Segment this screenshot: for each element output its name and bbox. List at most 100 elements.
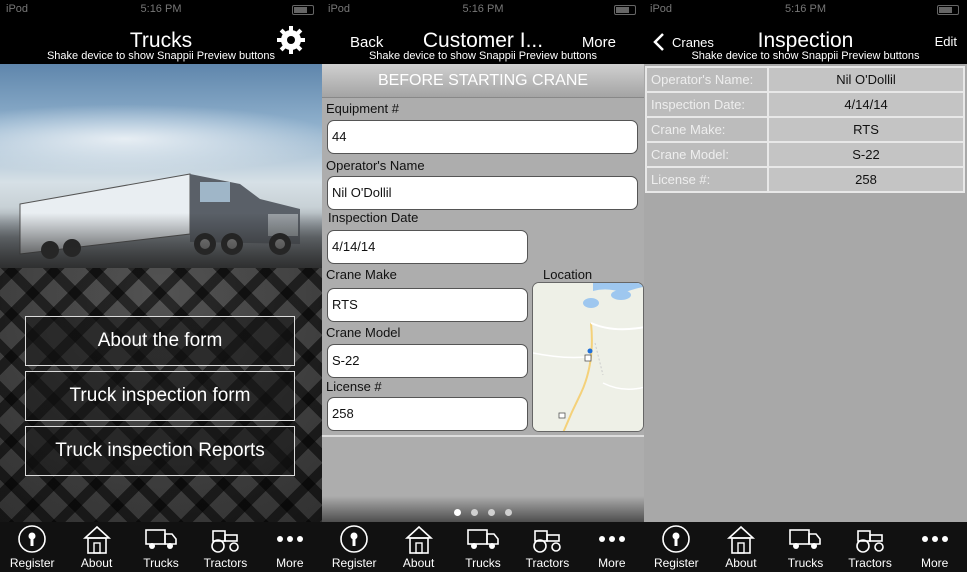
location-label: Location	[543, 267, 593, 282]
truck-hero-image	[0, 64, 322, 268]
house-icon	[725, 523, 757, 555]
operator-name-label: Operator's Name	[326, 158, 425, 173]
row-value: Nil O'Dollil	[767, 66, 965, 93]
tractor-icon	[531, 523, 563, 555]
tab-label: Trucks	[465, 556, 501, 570]
clock: 5:16 PM	[140, 3, 182, 15]
page-dot	[471, 509, 478, 516]
tab-about[interactable]: About	[64, 522, 128, 572]
status-bar: iPod 5:16 PM	[644, 0, 967, 20]
about-the-form-button[interactable]: About the form	[25, 316, 295, 366]
nav-bar: Trucks Shake device to show Snappii Prev…	[0, 20, 322, 64]
divider	[322, 435, 644, 437]
tab-tractors[interactable]: Tractors	[515, 522, 579, 572]
table-row: Inspection Date: 4/14/14	[645, 91, 965, 118]
customer-form-screen: iPod 5:16 PM Back Customer I... More Sha…	[322, 0, 644, 572]
battery-icon	[937, 5, 959, 15]
edit-button[interactable]: Edit	[935, 34, 957, 49]
house-icon	[81, 523, 113, 555]
tab-tractors[interactable]: Tractors	[838, 522, 903, 572]
tab-label: Tractors	[525, 556, 570, 570]
page-dot-active	[454, 509, 461, 516]
tab-tractors[interactable]: Tractors	[193, 522, 257, 572]
shake-hint: Shake device to show Snappii Preview but…	[46, 50, 276, 62]
house-icon	[403, 523, 435, 555]
table-row: Crane Model: S-22	[645, 141, 965, 168]
shake-hint: Shake device to show Snappii Preview but…	[368, 50, 598, 62]
battery-icon	[292, 5, 314, 15]
truck-icon	[467, 523, 499, 555]
row-key: License #:	[645, 166, 769, 193]
tab-label: Tractors	[203, 556, 248, 570]
page-dot	[505, 509, 512, 516]
more-dots-icon	[920, 523, 950, 555]
tab-label: Register	[9, 556, 55, 570]
tab-trucks[interactable]: Trucks	[129, 522, 193, 572]
keyhole-icon	[339, 523, 369, 555]
trucks-screen: iPod 5:16 PM Trucks Shake device to show…	[0, 0, 322, 572]
tab-bar: Register About Trucks Tractors More	[0, 522, 322, 572]
page-dot	[488, 509, 495, 516]
table-row: License #: 258	[645, 166, 965, 193]
tab-trucks[interactable]: Trucks	[773, 522, 838, 572]
section-header: BEFORE STARTING CRANE	[322, 64, 644, 98]
equipment-field[interactable]: 44	[327, 120, 638, 154]
row-key: Crane Make:	[645, 116, 769, 143]
tab-label: More	[921, 556, 949, 570]
form-body: BEFORE STARTING CRANE Equipment # 44 Ope…	[322, 64, 644, 522]
tab-more[interactable]: More	[258, 522, 322, 572]
tab-label: Trucks	[143, 556, 179, 570]
gear-icon[interactable]	[276, 25, 306, 60]
more-dots-icon	[275, 523, 305, 555]
truck-inspection-form-button[interactable]: Truck inspection form	[25, 371, 295, 421]
row-value: 4/14/14	[767, 91, 965, 118]
truck-inspection-reports-button[interactable]: Truck inspection Reports	[25, 426, 295, 476]
tab-label: More	[598, 556, 626, 570]
tab-label: About	[402, 556, 435, 570]
tab-label: Tractors	[848, 556, 892, 570]
keyhole-icon	[661, 523, 691, 555]
inspection-date-field[interactable]: 4/14/14	[327, 230, 528, 264]
tab-bar: Register About Trucks Tractors More	[644, 522, 967, 572]
row-value: S-22	[767, 141, 965, 168]
battery-icon	[614, 5, 636, 15]
tab-label: Trucks	[787, 556, 824, 570]
license-field[interactable]: 258	[327, 397, 528, 431]
tab-label: Register	[653, 556, 699, 570]
tab-register[interactable]: Register	[0, 522, 64, 572]
tab-register[interactable]: Register	[322, 522, 386, 572]
inspection-date-label: Inspection Date	[328, 210, 419, 225]
tab-register[interactable]: Register	[644, 522, 709, 572]
tab-label: More	[276, 556, 304, 570]
clock: 5:16 PM	[785, 3, 826, 15]
shake-hint: Shake device to show Snappii Preview but…	[691, 50, 920, 62]
tab-trucks[interactable]: Trucks	[451, 522, 515, 572]
truck-icon	[789, 523, 822, 555]
crane-model-field[interactable]: S-22	[327, 344, 528, 378]
more-button[interactable]: More	[582, 34, 616, 51]
tab-label: About	[80, 556, 113, 570]
tractor-icon	[854, 523, 886, 555]
tab-label: About	[725, 556, 757, 570]
operator-name-field[interactable]: Nil O'Dollil	[327, 176, 638, 210]
table-row: Operator's Name: Nil O'Dollil	[645, 66, 965, 93]
status-bar: iPod 5:16 PM	[0, 0, 322, 20]
page-indicator[interactable]	[322, 509, 644, 516]
crane-make-label: Crane Make	[326, 267, 397, 282]
status-bar: iPod 5:16 PM	[322, 0, 644, 20]
nav-bar: Cranes Inspection Edit Shake device to s…	[644, 20, 967, 64]
tab-more[interactable]: More	[580, 522, 644, 572]
inspection-detail-screen: iPod 5:16 PM Cranes Inspection Edit Shak…	[644, 0, 967, 572]
equipment-label: Equipment #	[326, 101, 399, 116]
row-value: RTS	[767, 116, 965, 143]
tab-more[interactable]: More	[902, 522, 967, 572]
tab-about[interactable]: About	[709, 522, 774, 572]
tab-about[interactable]: About	[386, 522, 450, 572]
more-dots-icon	[597, 523, 627, 555]
location-map[interactable]	[532, 282, 644, 432]
inspection-table: Operator's Name: Nil O'Dollil Inspection…	[645, 66, 965, 193]
detail-body: Operator's Name: Nil O'Dollil Inspection…	[644, 64, 967, 522]
row-key: Crane Model:	[645, 141, 769, 168]
nav-bar: Back Customer I... More Shake device to …	[322, 20, 644, 64]
crane-make-field[interactable]: RTS	[327, 288, 528, 322]
